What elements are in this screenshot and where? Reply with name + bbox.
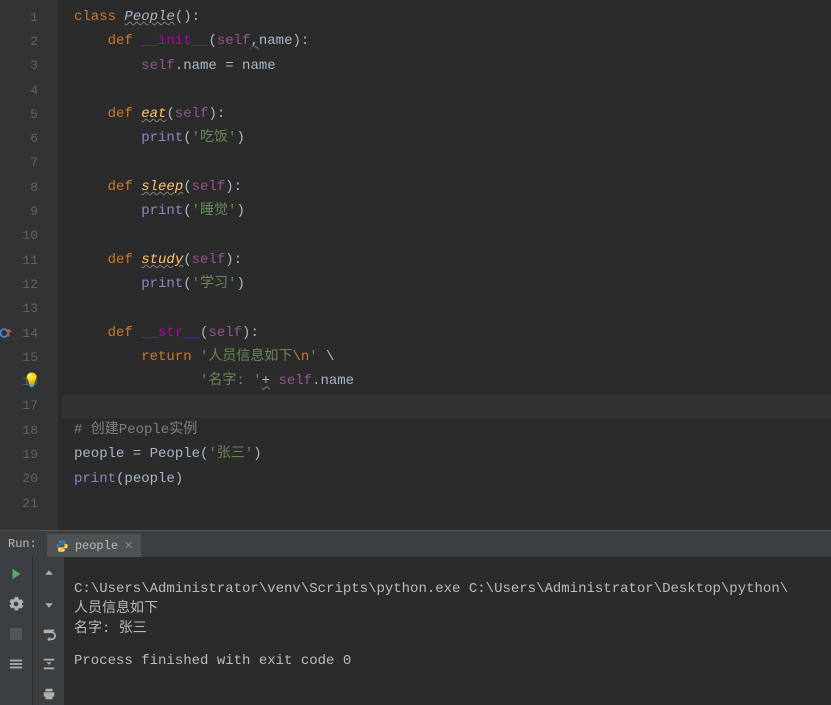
gutter-line[interactable]: 2 <box>0 29 58 53</box>
run-header: Run: people ✕ <box>0 531 831 557</box>
gutter-line[interactable]: 16💡 <box>0 369 58 393</box>
stop-button[interactable] <box>5 623 27 645</box>
code-line[interactable]: class People(): <box>62 5 831 29</box>
layout-button[interactable] <box>5 653 27 675</box>
gutter-line[interactable]: 9 <box>0 199 58 223</box>
code-line[interactable]: return '人员信息如下\n' \ <box>62 345 831 369</box>
run-output[interactable]: C:\Users\Administrator\venv\Scripts\pyth… <box>64 557 831 705</box>
gutter-line[interactable]: 15 <box>0 345 58 369</box>
python-icon <box>55 539 69 553</box>
code-line[interactable]: def sleep(self): <box>62 175 831 199</box>
gutter-line[interactable]: 12 <box>0 272 58 296</box>
gutter-line[interactable]: 19 <box>0 442 58 466</box>
gutter-line[interactable]: 14 <box>0 321 58 345</box>
code-line[interactable]: print(people) <box>62 467 831 491</box>
code-line[interactable]: print('学习') <box>62 272 831 296</box>
gutter: 12345678910111213141516💡1718192021 <box>0 0 58 530</box>
rerun-button[interactable] <box>5 563 27 585</box>
down-button[interactable] <box>38 593 60 615</box>
editor-pane: 12345678910111213141516💡1718192021 class… <box>0 0 831 530</box>
code-line[interactable]: '名字: '+ self.name <box>62 369 831 393</box>
gutter-line[interactable]: 11 <box>0 248 58 272</box>
run-label: Run: <box>8 537 37 551</box>
code-line[interactable]: self.name = name <box>62 54 831 78</box>
code-line[interactable]: def eat(self): <box>62 102 831 126</box>
gutter-line[interactable]: 5 <box>0 102 58 126</box>
code-line[interactable]: def study(self): <box>62 248 831 272</box>
output-exit: Process finished with exit code 0 <box>74 653 351 669</box>
run-toolbar-left <box>0 557 32 705</box>
code-line[interactable]: print('睡觉') <box>62 199 831 223</box>
code-line[interactable]: # 创建People实例 <box>62 418 831 442</box>
gutter-line[interactable]: 8 <box>0 175 58 199</box>
close-icon[interactable]: ✕ <box>124 539 133 553</box>
code-line[interactable] <box>62 297 831 321</box>
output-command: C:\Users\Administrator\venv\Scripts\pyth… <box>74 581 788 597</box>
code-line[interactable]: def __init__(self,name): <box>62 29 831 53</box>
gutter-line[interactable]: 17 <box>0 394 58 418</box>
code-line[interactable] <box>62 151 831 175</box>
gutter-line[interactable]: 6 <box>0 126 58 150</box>
output-line-1: 人员信息如下 <box>74 601 158 617</box>
code-line[interactable] <box>62 394 831 418</box>
override-method-icon[interactable] <box>0 326 16 340</box>
run-tool-window: Run: people ✕ <box>0 530 831 700</box>
gutter-line[interactable]: 18 <box>0 418 58 442</box>
run-tab-label: people <box>75 539 118 553</box>
gutter-line[interactable]: 13 <box>0 297 58 321</box>
output-line-2: 名字: 张三 <box>74 621 147 637</box>
gutter-line[interactable]: 21 <box>0 491 58 515</box>
code-line[interactable]: people = People('张三') <box>62 442 831 466</box>
run-body: C:\Users\Administrator\venv\Scripts\pyth… <box>0 557 831 705</box>
gutter-line[interactable]: 20 <box>0 467 58 491</box>
print-button[interactable] <box>38 683 60 705</box>
code-area[interactable]: class People(): def __init__(self,name):… <box>58 0 831 530</box>
intention-bulb-icon[interactable]: 💡 <box>22 373 42 390</box>
code-line[interactable] <box>62 491 831 515</box>
code-line[interactable]: def __str__(self): <box>62 321 831 345</box>
gutter-line[interactable]: 3 <box>0 54 58 78</box>
gutter-line[interactable]: 1 <box>0 5 58 29</box>
run-toolbar-right <box>32 557 64 705</box>
gutter-line[interactable]: 4 <box>0 78 58 102</box>
scroll-to-end-button[interactable] <box>38 653 60 675</box>
up-button[interactable] <box>38 563 60 585</box>
soft-wrap-button[interactable] <box>38 623 60 645</box>
gutter-line[interactable]: 7 <box>0 151 58 175</box>
code-line[interactable] <box>62 224 831 248</box>
code-line[interactable] <box>62 78 831 102</box>
settings-button[interactable] <box>5 593 27 615</box>
code-line[interactable]: print('吃饭') <box>62 126 831 150</box>
gutter-line[interactable]: 10 <box>0 224 58 248</box>
run-tab[interactable]: people ✕ <box>47 534 141 557</box>
